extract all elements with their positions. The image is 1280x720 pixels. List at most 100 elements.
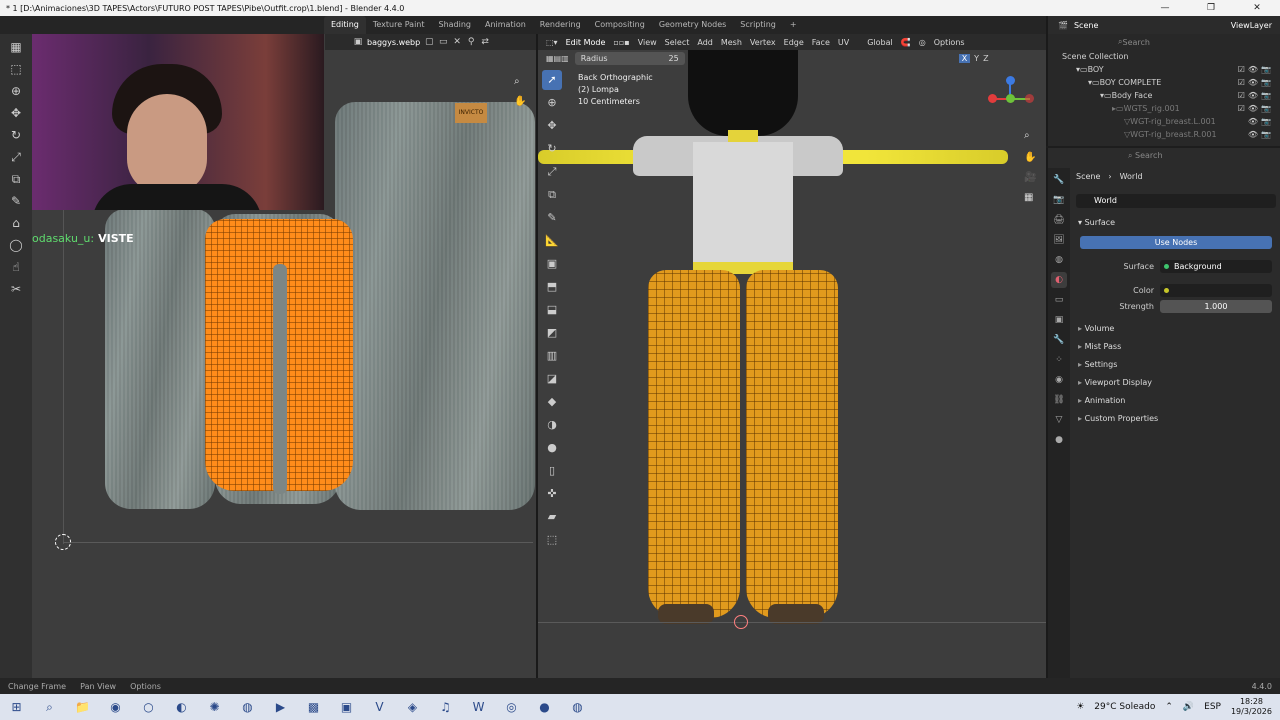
menu-uv[interactable]: UV (838, 38, 849, 47)
opera-icon[interactable]: ○ (132, 694, 165, 720)
measure-tool-icon[interactable]: 📐 (542, 231, 562, 251)
pin-icon[interactable]: ⚲ (466, 37, 476, 47)
pan-hand-icon[interactable]: ✋ (514, 96, 526, 107)
mode-selector[interactable]: Edit Mode (566, 38, 606, 47)
view-layer-tab-icon[interactable]: 🖼 (1051, 232, 1067, 248)
surface-shader-field[interactable]: Background (1160, 260, 1272, 273)
editor-type-icon[interactable]: ⬚▾ (546, 38, 558, 47)
annotate-tool-icon[interactable]: ✎ (6, 192, 26, 210)
select-tool-icon[interactable]: ➚ (542, 70, 562, 90)
spin-tool-icon[interactable]: ◑ (542, 415, 562, 435)
bevel-tool-icon[interactable]: ◩ (542, 323, 562, 343)
image-unlink-icon[interactable]: ✕ (452, 37, 462, 47)
relax-tool-icon[interactable]: ◯ (6, 236, 26, 254)
outliner-row-wgt-breast-r[interactable]: ▽ WGT-rig_breast.R.001 👁📷 (1048, 128, 1280, 141)
grid-icon[interactable]: ▦ (1024, 192, 1033, 203)
editor-type-icon[interactable]: ▦ (6, 38, 26, 56)
settings-panel[interactable]: Settings (1078, 360, 1118, 369)
visibility-icons[interactable]: ☑👁📷 (1238, 104, 1274, 113)
mirror-x-toggle[interactable]: X (958, 53, 971, 63)
windows-start-icon[interactable]: ⊞ (0, 694, 33, 720)
scale-tool-icon[interactable]: ⤢ (6, 148, 26, 166)
tool-icons[interactable]: ▦▤▥ (546, 54, 569, 63)
menu-face[interactable]: Face (812, 38, 830, 47)
clock[interactable]: 18:28 19/3/2026 (1231, 697, 1272, 717)
menu-edge[interactable]: Edge (784, 38, 804, 47)
poly-build-tool-icon[interactable]: ◆ (542, 392, 562, 412)
animation-panel[interactable]: Animation (1078, 396, 1126, 405)
menu-vertex[interactable]: Vertex (750, 38, 776, 47)
menu-add[interactable]: Add (697, 38, 713, 47)
file-explorer-icon[interactable]: 📁 (66, 694, 99, 720)
blender-active-icon[interactable]: ◍ (561, 694, 594, 720)
tab-editing[interactable]: Editing (324, 16, 366, 34)
view-layer-selector[interactable]: ViewLayer (1231, 21, 1272, 30)
modifier-tab-icon[interactable]: 🔧 (1051, 332, 1067, 348)
particles-tab-icon[interactable]: ⁘ (1051, 352, 1067, 368)
app-icon-2[interactable]: ◈ (396, 694, 429, 720)
object-tab-icon[interactable]: ▣ (1051, 312, 1067, 328)
properties-search[interactable]: ⌕ Search (1128, 151, 1163, 161)
outliner-row-boy[interactable]: ▾▭ BOY ☑👁📷 (1048, 63, 1280, 76)
cursor-tool-icon[interactable]: ⊕ (542, 93, 562, 113)
color-swatch[interactable] (1160, 284, 1272, 297)
constraints-tab-icon[interactable]: ⛓ (1051, 392, 1067, 408)
chrome-icon[interactable]: ◉ (99, 694, 132, 720)
camera-icon[interactable]: 🎥 (1024, 172, 1036, 183)
tab-shading[interactable]: Shading (432, 16, 479, 34)
viewport-display-panel[interactable]: Viewport Display (1078, 378, 1152, 387)
menu-select[interactable]: Select (665, 38, 690, 47)
uv-editor[interactable]: INVICTO odasaku_u: VISTE ▣ baggys.webp ▢… (0, 34, 536, 678)
3d-viewport[interactable]: ⬚▾ Edit Mode ▫▫▪ View Select Add Mesh Ve… (538, 34, 1046, 678)
edge-slide-tool-icon[interactable]: ▯ (542, 461, 562, 481)
model-pants-mesh[interactable] (648, 270, 838, 618)
custom-properties-panel[interactable]: Custom Properties (1078, 414, 1159, 423)
world-datablock-field[interactable]: World (1076, 194, 1276, 208)
tab-compositing[interactable]: Compositing (588, 16, 652, 34)
inset-tool-icon[interactable]: ⬓ (542, 300, 562, 320)
surface-panel-header[interactable]: ▾ Surface (1078, 218, 1115, 227)
close-button[interactable]: ✕ (1234, 3, 1280, 13)
gizmo-neg-x-dot[interactable] (1025, 94, 1034, 103)
shear-tool-icon[interactable]: ▰ (542, 507, 562, 527)
visibility-icons[interactable]: ☑👁📷 (1238, 65, 1274, 74)
zoom-icon[interactable]: ⌕ (514, 76, 520, 87)
vegas-icon[interactable]: V (363, 694, 396, 720)
mist-pass-panel[interactable]: Mist Pass (1078, 342, 1122, 351)
scene-tab-icon[interactable]: ◍ (1051, 252, 1067, 268)
transform-tool-icon[interactable]: ⧉ (542, 185, 562, 205)
search-icon[interactable]: ⌕ (33, 694, 66, 720)
rotate-tool-icon[interactable]: ↻ (542, 139, 562, 159)
volume-panel[interactable]: Volume (1078, 324, 1115, 333)
pan-hand-icon[interactable]: ✋ (1024, 152, 1036, 163)
sync-icon[interactable]: ⇄ (480, 37, 490, 47)
blender-taskbar-icon[interactable]: ◍ (231, 694, 264, 720)
image-browse-icon[interactable]: ▣ (353, 37, 363, 47)
pants-leg-right[interactable] (746, 270, 838, 618)
minimize-button[interactable]: — (1142, 3, 1188, 13)
data-tab-icon[interactable]: ▽ (1051, 412, 1067, 428)
app-icon[interactable]: ✺ (198, 694, 231, 720)
2d-cursor-icon[interactable] (55, 534, 71, 550)
strength-field[interactable]: 1.000 (1160, 300, 1272, 313)
photoshop-icon[interactable]: ▩ (297, 694, 330, 720)
extrude-tool-icon[interactable]: ⬒ (542, 277, 562, 297)
smooth-tool-icon[interactable]: ● (542, 438, 562, 458)
gizmo-x-dot[interactable] (988, 94, 997, 103)
add-cube-tool-icon[interactable]: ▣ (542, 254, 562, 274)
rip-tool-icon[interactable]: ⬚ (542, 530, 562, 550)
tray-arrow-icon[interactable]: ⌃ (1165, 702, 1173, 712)
orientation-selector[interactable]: Global (867, 38, 893, 47)
visibility-icons[interactable]: ☑👁📷 (1238, 78, 1274, 87)
scale-tool-icon[interactable]: ⤢ (542, 162, 562, 182)
tool-tab-icon[interactable]: 🔧 (1051, 172, 1067, 188)
visibility-icons[interactable]: 👁📷 (1248, 130, 1274, 139)
move-tool-icon[interactable]: ✥ (542, 116, 562, 136)
collection-tab-icon[interactable]: ▭ (1051, 292, 1067, 308)
mirror-z-toggle[interactable]: Z (983, 54, 988, 63)
weather-text[interactable]: 29°C Soleado (1094, 702, 1155, 712)
zoom-icon[interactable]: ⌕ (1024, 130, 1030, 141)
shrink-tool-icon[interactable]: ✜ (542, 484, 562, 504)
select-box-tool-icon[interactable]: ⬚ (6, 60, 26, 78)
image-new-icon[interactable]: ▢ (424, 37, 434, 47)
